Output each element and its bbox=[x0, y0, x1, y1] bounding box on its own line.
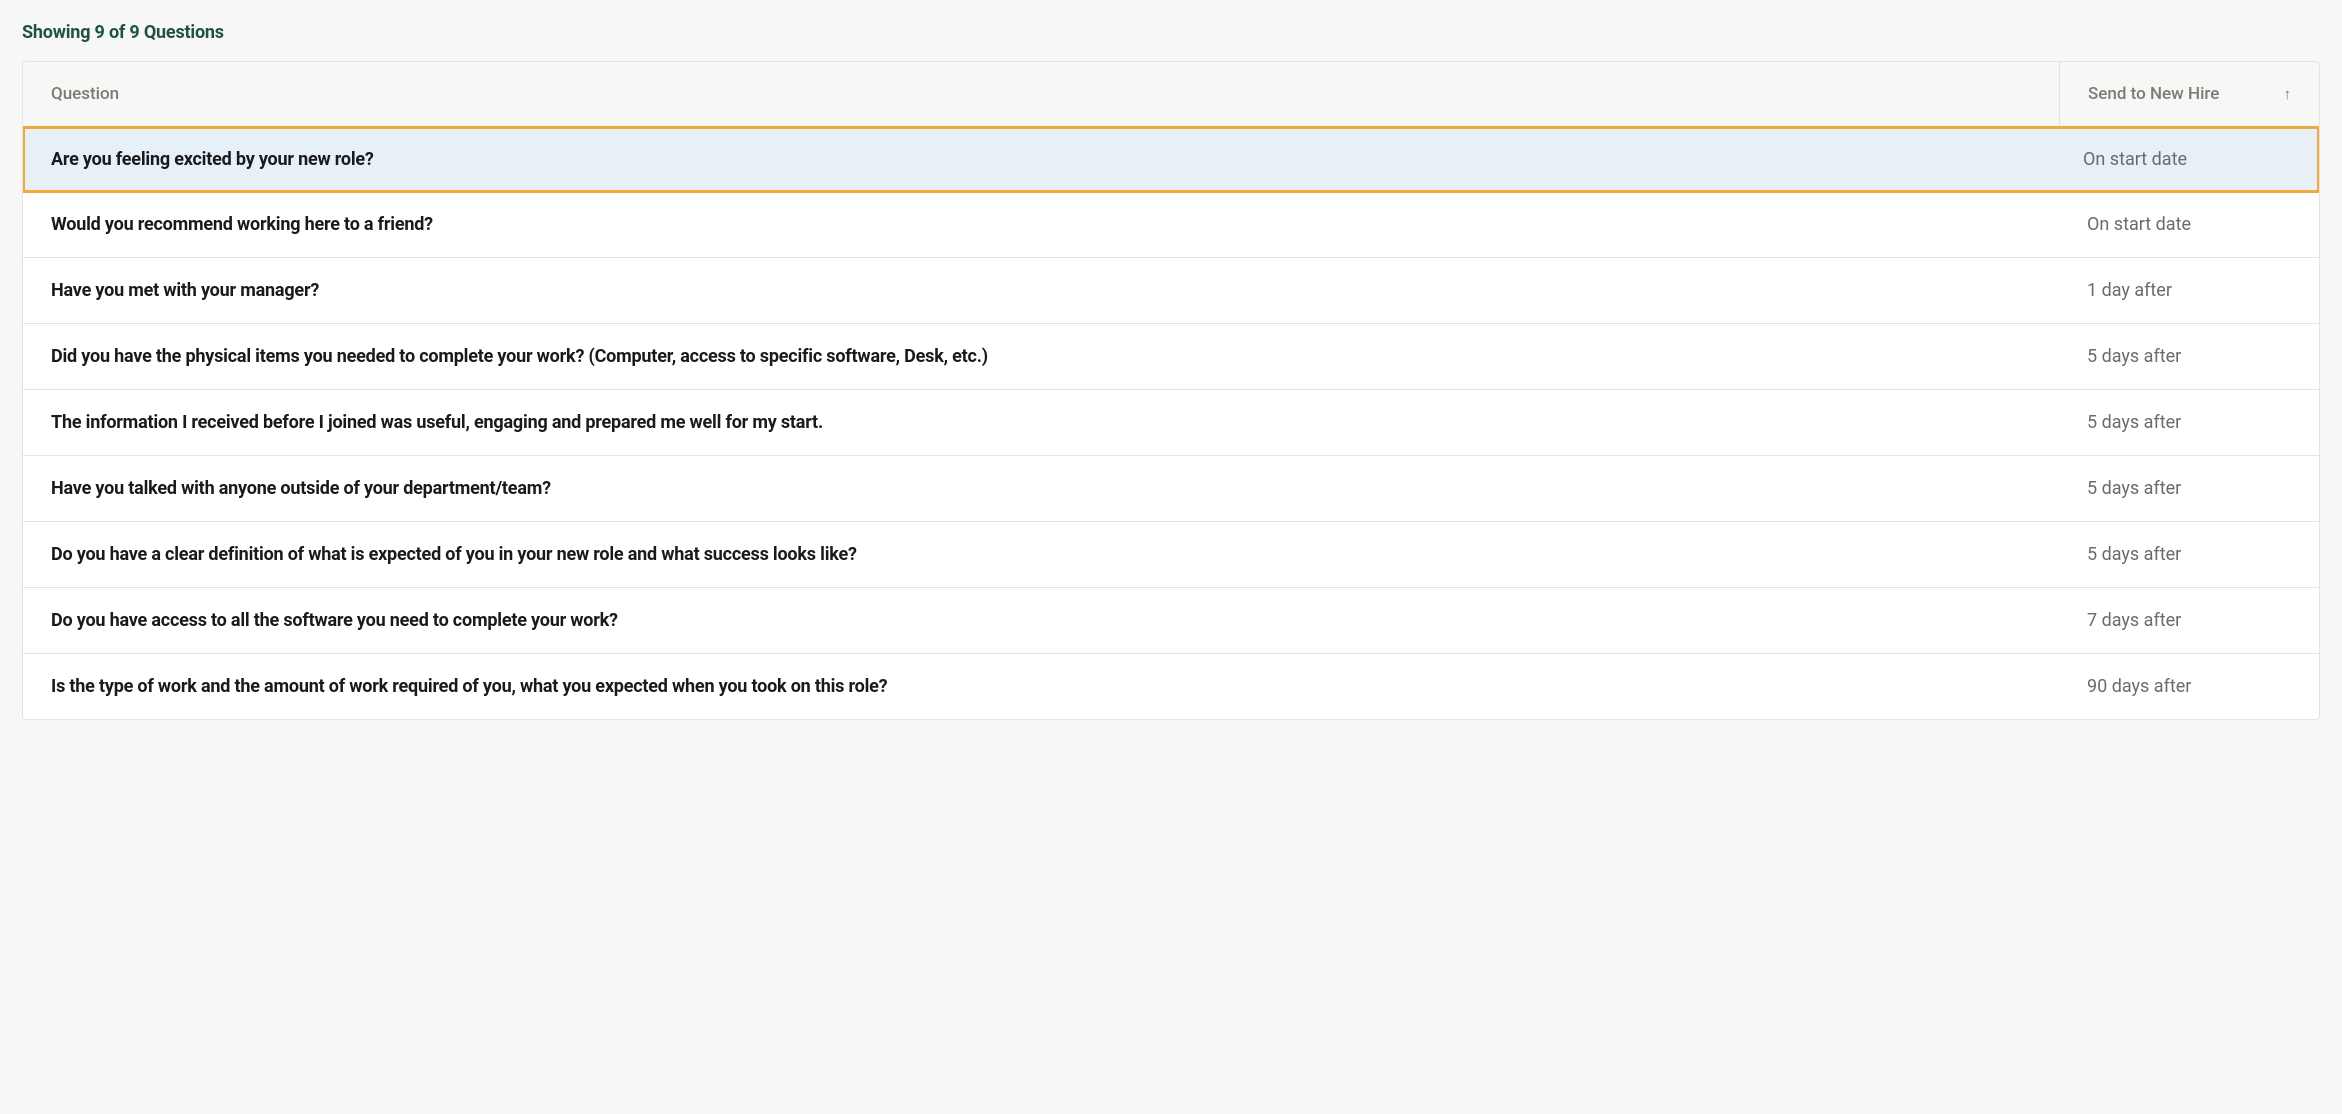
table-row[interactable]: Is the type of work and the amount of wo… bbox=[23, 654, 2319, 719]
table-row[interactable]: Would you recommend working here to a fr… bbox=[23, 192, 2319, 258]
question-text: Did you have the physical items you need… bbox=[23, 324, 2059, 389]
table-row[interactable]: The information I received before I join… bbox=[23, 390, 2319, 456]
send-timing: 5 days after bbox=[2059, 456, 2319, 521]
send-timing: 5 days after bbox=[2059, 390, 2319, 455]
table-row[interactable]: Have you met with your manager?1 day aft… bbox=[23, 258, 2319, 324]
send-timing: On start date bbox=[2057, 129, 2317, 190]
table-row[interactable]: Do you have access to all the software y… bbox=[23, 588, 2319, 654]
question-text: Do you have a clear definition of what i… bbox=[23, 522, 2059, 587]
column-header-send-label: Send to New Hire bbox=[2088, 84, 2219, 104]
question-text: Is the type of work and the amount of wo… bbox=[23, 654, 2059, 719]
table-row[interactable]: Did you have the physical items you need… bbox=[23, 324, 2319, 390]
table-row[interactable]: Have you talked with anyone outside of y… bbox=[23, 456, 2319, 522]
table-body: Are you feeling excited by your new role… bbox=[23, 126, 2319, 719]
question-text: Do you have access to all the software y… bbox=[23, 588, 2059, 653]
send-timing: 90 days after bbox=[2059, 654, 2319, 719]
results-count: Showing 9 of 9 Questions bbox=[22, 22, 2320, 43]
table-row[interactable]: Are you feeling excited by your new role… bbox=[22, 126, 2320, 193]
send-timing: 7 days after bbox=[2059, 588, 2319, 653]
column-header-send-to-new-hire[interactable]: Send to New Hire ↑ bbox=[2059, 62, 2319, 126]
send-timing: 5 days after bbox=[2059, 522, 2319, 587]
question-text: Are you feeling excited by your new role… bbox=[25, 129, 2057, 190]
table-row[interactable]: Do you have a clear definition of what i… bbox=[23, 522, 2319, 588]
questions-table: Question Send to New Hire ↑ Are you feel… bbox=[22, 61, 2320, 720]
question-text: The information I received before I join… bbox=[23, 390, 2059, 455]
send-timing: On start date bbox=[2059, 192, 2319, 257]
question-text: Have you met with your manager? bbox=[23, 258, 2059, 323]
column-header-question[interactable]: Question bbox=[23, 62, 2059, 126]
sort-ascending-icon: ↑ bbox=[2284, 85, 2292, 103]
question-text: Have you talked with anyone outside of y… bbox=[23, 456, 2059, 521]
table-header: Question Send to New Hire ↑ bbox=[23, 62, 2319, 127]
question-text: Would you recommend working here to a fr… bbox=[23, 192, 2059, 257]
send-timing: 5 days after bbox=[2059, 324, 2319, 389]
send-timing: 1 day after bbox=[2059, 258, 2319, 323]
